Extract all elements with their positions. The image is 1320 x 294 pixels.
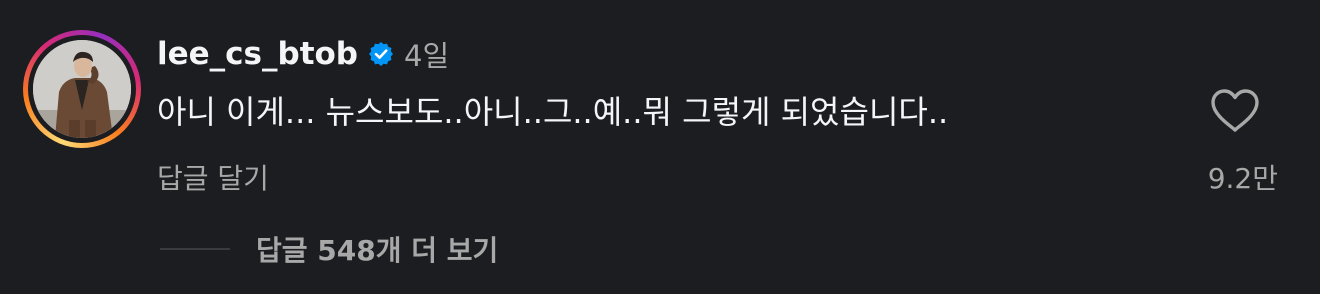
avatar-story-ring[interactable] — [23, 30, 141, 148]
comment-text: 아니 이게... 뉴스보도..아니..그..예..뭐 그렇게 되었습니다.. — [157, 93, 949, 131]
reply-button[interactable]: 답글 달기 — [157, 158, 269, 200]
comment-item: lee_cs_btob 4일 아니 이게... 뉴스보도..아니..그..예..… — [0, 0, 1320, 294]
like-count: 9.2만 — [1207, 162, 1278, 195]
avatar[interactable] — [33, 40, 131, 138]
heart-icon[interactable] — [1209, 88, 1261, 134]
comment-header: lee_cs_btob 4일 — [157, 32, 449, 76]
verified-badge-icon — [368, 41, 394, 67]
comment-timestamp: 4일 — [404, 39, 450, 73]
view-replies-label: 답글 548개 더 보기 — [256, 234, 499, 267]
view-replies-button[interactable]: 답글 548개 더 보기 — [160, 226, 498, 272]
avatar-photo — [33, 40, 131, 138]
username-link[interactable]: lee_cs_btob — [157, 36, 358, 72]
replies-divider-line — [160, 248, 230, 250]
